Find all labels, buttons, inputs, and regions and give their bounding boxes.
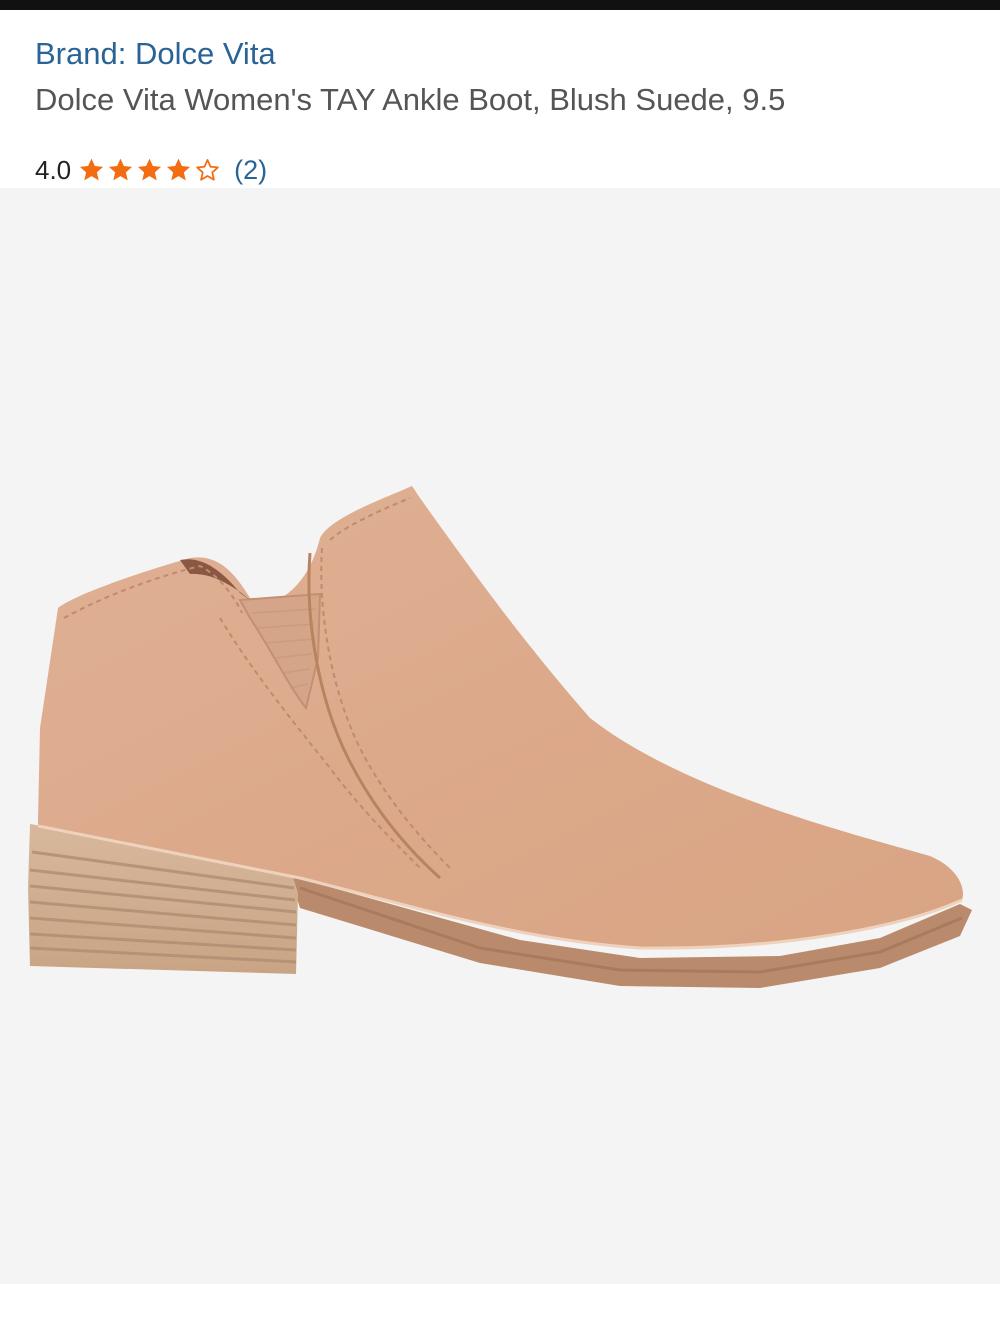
star-filled-icon [167, 158, 191, 181]
brand-link[interactable]: Brand: Dolce Vita [35, 36, 276, 72]
product-image[interactable] [0, 188, 1000, 1284]
star-filled-icon [138, 158, 162, 181]
status-bar-edge [0, 0, 1000, 10]
rating-value: 4.0 [35, 154, 72, 185]
star-filled-icon [80, 158, 104, 181]
product-title: Dolce Vita Women's TAY Ankle Boot, Blush… [35, 82, 786, 117]
bottom-spacer [0, 1284, 1000, 1329]
star-rating[interactable] [77, 156, 222, 184]
star-outline-icon [196, 159, 219, 181]
product-header: Brand: Dolce Vita Dolce Vita Women's TAY… [0, 10, 1000, 188]
product-image-area[interactable] [0, 188, 1000, 1284]
star-filled-icon [109, 158, 133, 181]
review-count-link[interactable]: (2) [234, 155, 267, 186]
rating-row[interactable]: 4.0 (2) [35, 152, 267, 188]
